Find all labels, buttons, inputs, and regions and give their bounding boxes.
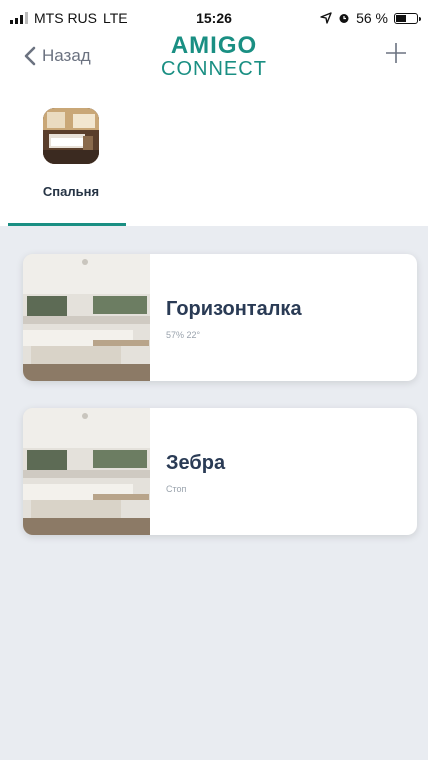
room-thumbnail — [43, 108, 99, 164]
battery-icon — [394, 12, 421, 24]
device-card-horizontal-blind[interactable]: Горизонталка 57% 22° — [23, 254, 417, 381]
alarm-icon — [339, 14, 349, 23]
logo-line2: CONNECT — [161, 58, 267, 80]
navigation-bar: Назад AMIGO CONNECT — [0, 34, 428, 84]
device-name: Горизонталка — [166, 298, 302, 320]
device-card-zebra[interactable]: Зебра Стоп — [23, 408, 417, 535]
device-name: Зебра — [166, 452, 226, 474]
location-arrow-icon — [320, 12, 332, 24]
device-image — [23, 408, 150, 535]
battery-percent: 56 % — [356, 10, 388, 26]
tab-indicator — [8, 223, 126, 226]
status-bar: MTS RUS LTE 15:26 56 % — [0, 10, 428, 30]
logo-line1: AMIGO — [170, 32, 258, 59]
room-label: Спальня — [42, 184, 100, 199]
app-logo: AMIGO CONNECT — [0, 32, 428, 81]
device-image — [23, 254, 150, 381]
tab-bedroom[interactable]: Спальня — [16, 108, 126, 199]
device-status: 57% 22° — [166, 330, 201, 340]
plus-icon[interactable] — [382, 40, 410, 68]
device-status: Стоп — [166, 484, 187, 494]
header-area: MTS RUS LTE 15:26 56 % Назад AMIGO CONNE… — [0, 0, 428, 226]
